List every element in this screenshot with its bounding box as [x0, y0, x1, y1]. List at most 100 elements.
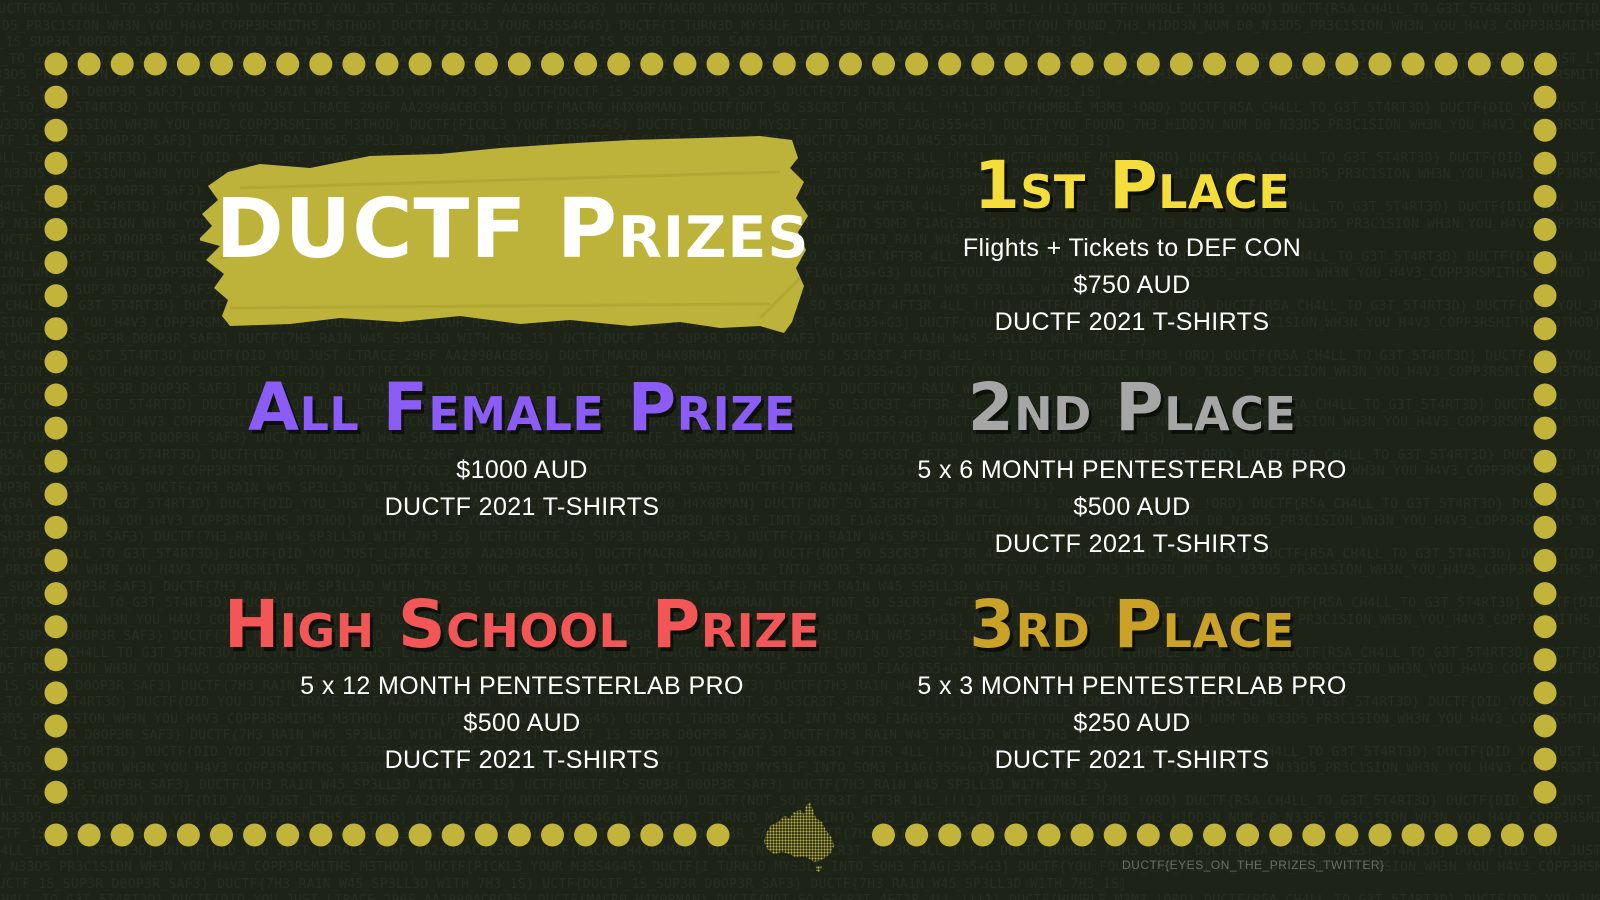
prize-line: DUCTF 2021 T-SHIRTS — [384, 746, 660, 774]
border-dot — [44, 714, 68, 738]
border-dot — [1169, 52, 1193, 76]
border-dot — [309, 52, 333, 76]
border-dot — [44, 383, 68, 407]
border-dot — [44, 615, 68, 639]
page-title: DUCTF Prizes — [215, 181, 810, 277]
border-dot — [441, 823, 465, 847]
border-dot — [574, 823, 598, 847]
border-dot — [1269, 52, 1293, 76]
border-dot — [77, 823, 101, 847]
border-dot — [375, 52, 399, 76]
border-dot — [1533, 747, 1557, 771]
border-dot — [44, 482, 68, 506]
prize-heading-highschool: High School Prize — [223, 586, 821, 663]
prize-line: $500 AUD — [1073, 493, 1191, 521]
border-dot — [1533, 184, 1557, 208]
border-dot — [44, 449, 68, 473]
border-dot — [110, 823, 134, 847]
prize-line: $500 AUD — [463, 709, 581, 737]
border-dot — [1434, 52, 1458, 76]
border-dot — [1236, 823, 1260, 847]
border-dot — [1534, 823, 1557, 847]
border-dot — [1368, 823, 1392, 847]
prize-heading-third: 3rd Place — [969, 586, 1295, 663]
border-dot — [44, 823, 68, 847]
border-dot — [1533, 350, 1557, 374]
border-dot — [176, 823, 200, 847]
border-dot — [44, 218, 68, 241]
border-dot — [44, 648, 68, 672]
border-dot — [673, 823, 697, 847]
border-dot — [210, 52, 233, 76]
border-dot — [276, 823, 300, 847]
border-dot — [1070, 823, 1094, 847]
border-dot — [1302, 823, 1326, 847]
border-dot — [44, 284, 68, 308]
border-dot — [1004, 52, 1028, 76]
border-dot — [1368, 52, 1392, 76]
border-dot — [574, 52, 598, 76]
border-dot — [408, 52, 432, 76]
prize-line: $1000 AUD — [456, 456, 588, 484]
border-dot — [342, 823, 366, 847]
prize-line: DUCTF 2021 T-SHIRTS — [994, 530, 1270, 558]
border-dot — [1335, 52, 1359, 76]
border-dot — [507, 823, 531, 847]
australia-map-icon — [764, 802, 834, 872]
border-dot — [1533, 615, 1557, 639]
border-dot — [1401, 52, 1425, 76]
border-dot — [507, 52, 531, 76]
border-dot — [44, 350, 68, 374]
border-dot — [1533, 780, 1557, 804]
border-dot — [1533, 118, 1557, 142]
border-dot — [309, 823, 333, 847]
border-dot — [1434, 823, 1458, 847]
border-dot — [1037, 52, 1061, 76]
border-dot — [143, 52, 167, 76]
border-dot — [1467, 823, 1491, 847]
prize-second-place: 2nd Place 5 x 6 MONTH PENTESTERLAB PRO $… — [812, 370, 1452, 563]
border-dot — [1533, 218, 1557, 241]
border-dot — [971, 52, 995, 76]
border-dot — [1467, 52, 1491, 76]
border-dot — [143, 823, 167, 847]
border-dot — [938, 52, 962, 76]
border-dot — [276, 52, 300, 76]
border-dot — [1335, 823, 1359, 847]
prize-third-place: 3rd Place 5 x 3 MONTH PENTESTERLAB PRO $… — [812, 587, 1452, 779]
border-dot — [44, 515, 68, 539]
border-dot — [1533, 251, 1557, 275]
prize-line: 5 x 12 MONTH PENTESTERLAB PRO — [300, 672, 744, 700]
border-dot — [541, 52, 564, 76]
prize-high-school: High School Prize 5 x 12 MONTH PENTESTER… — [202, 587, 842, 779]
border-dot — [739, 52, 763, 76]
border-dot — [938, 823, 962, 847]
border-dot — [1070, 52, 1094, 76]
prize-line: Flights + Tickets to DEF CON — [962, 234, 1302, 262]
border-dot — [474, 52, 498, 76]
border-dot — [44, 118, 68, 142]
border-dot — [1103, 823, 1127, 847]
border-dot — [44, 317, 68, 341]
border-dot — [375, 823, 399, 847]
border-dot — [44, 251, 68, 275]
border-dot — [44, 184, 68, 208]
border-dot — [44, 747, 68, 771]
border-dot — [1203, 823, 1226, 847]
border-dot — [1533, 317, 1557, 341]
border-dot — [1169, 823, 1193, 847]
border-dot — [1136, 823, 1160, 847]
border-dot — [706, 52, 730, 76]
border-dot — [1500, 823, 1524, 847]
border-dot — [44, 416, 68, 440]
border-dot — [44, 85, 68, 109]
prize-line: DUCTF 2021 T-SHIRTS — [994, 308, 1270, 336]
prize-all-female: All Female Prize $1000 AUD DUCTF 2021 T-… — [202, 370, 842, 526]
prize-first-place: 1st Place Flights + Tickets to DEF CON $… — [812, 148, 1452, 341]
border-dot — [243, 52, 267, 76]
border-dot — [1533, 449, 1557, 473]
border-dot — [905, 52, 929, 76]
border-dot — [607, 823, 631, 847]
border-dot — [1136, 52, 1160, 76]
prize-line: 5 x 6 MONTH PENTESTERLAB PRO — [917, 456, 1347, 484]
